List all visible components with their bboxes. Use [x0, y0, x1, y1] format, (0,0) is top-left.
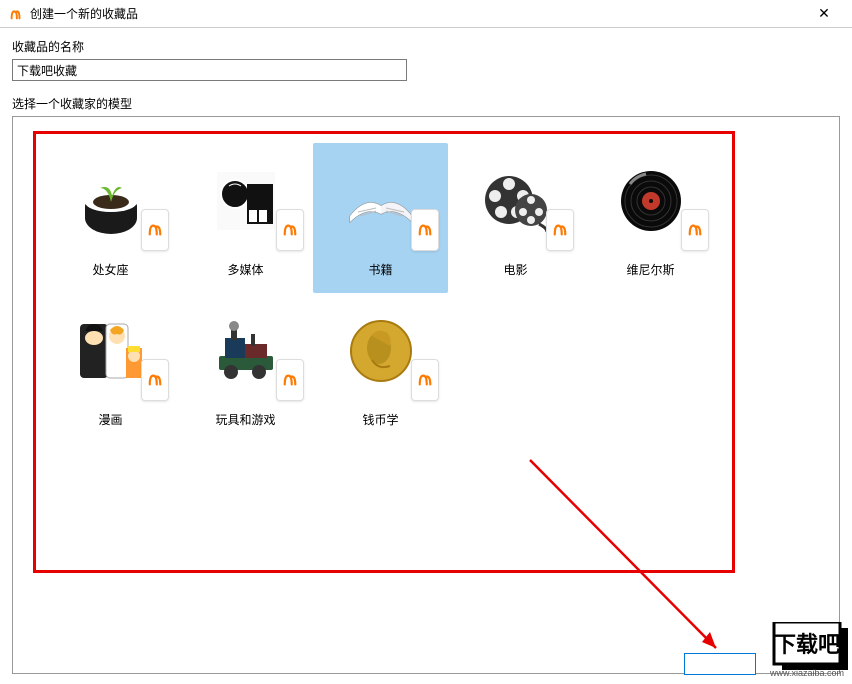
model-label: 书籍: [368, 261, 392, 278]
device-badge-icon: [276, 359, 304, 401]
device-badge-icon: [411, 209, 439, 251]
model-select-panel: 处女座 多媒体 书籍 电影 维尼尔斯漫画 玩具和游戏 钱币学: [12, 116, 840, 674]
model-label: 维尼尔斯: [626, 261, 674, 278]
film-icon: [466, 155, 566, 247]
device-badge-icon: [546, 209, 574, 251]
svg-text:www.xiazaiba.com: www.xiazaiba.com: [769, 668, 844, 678]
model-item-toy[interactable]: 玩具和游戏: [178, 293, 313, 443]
model-item-coin[interactable]: 钱币学: [313, 293, 448, 443]
model-item-plant[interactable]: 处女座: [43, 143, 178, 293]
book-icon: [331, 155, 431, 247]
close-button[interactable]: ✕: [804, 0, 844, 28]
watermark: 下载吧 www.xiazaiba.com: [712, 622, 852, 682]
plant-icon: [61, 155, 161, 247]
model-label: 钱币学: [362, 411, 398, 428]
model-label: 玩具和游戏: [215, 411, 275, 428]
device-badge-icon: [141, 209, 169, 251]
name-label: 收藏品的名称: [12, 38, 840, 55]
app-icon: [8, 6, 24, 22]
model-item-book[interactable]: 书籍: [313, 143, 448, 293]
model-label: 选择一个收藏家的模型: [12, 95, 840, 112]
model-item-multimedia[interactable]: 多媒体: [178, 143, 313, 293]
comics-icon: [61, 305, 161, 397]
model-item-film[interactable]: 电影: [448, 143, 583, 293]
model-label: 多媒体: [227, 261, 263, 278]
svg-text:下载吧: 下载吧: [774, 632, 840, 657]
vinyl-icon: [601, 155, 701, 247]
model-item-comics[interactable]: 漫画: [43, 293, 178, 443]
collection-name-input[interactable]: [12, 59, 407, 81]
model-label: 处女座: [92, 261, 128, 278]
device-badge-icon: [141, 359, 169, 401]
model-label: 漫画: [98, 411, 122, 428]
device-badge-icon: [411, 359, 439, 401]
device-badge-icon: [276, 209, 304, 251]
model-item-vinyl[interactable]: 维尼尔斯: [583, 143, 718, 293]
device-badge-icon: [681, 209, 709, 251]
coin-icon: [331, 305, 431, 397]
toy-icon: [196, 305, 296, 397]
window-title: 创建一个新的收藏品: [30, 5, 804, 22]
multimedia-icon: [196, 155, 296, 247]
model-label: 电影: [503, 261, 527, 278]
